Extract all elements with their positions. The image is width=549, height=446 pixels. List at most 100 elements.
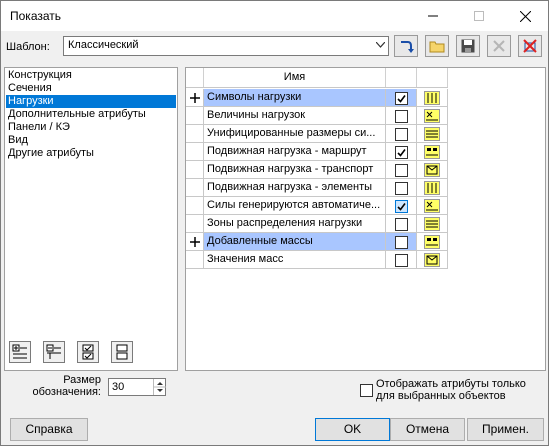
category-item[interactable]: Другие атрибуты	[6, 147, 176, 160]
attribute-checkbox[interactable]	[395, 218, 408, 231]
attribute-name-cell[interactable]: Значения масс	[204, 251, 386, 269]
attribute-name-cell[interactable]: Подвижная нагрузка - транспорт	[204, 161, 386, 179]
attribute-symbol-cell[interactable]	[417, 233, 448, 251]
sym-cols-icon	[426, 130, 438, 138]
category-item[interactable]: Дополнительные атрибуты	[6, 108, 176, 121]
row-gutter	[186, 215, 204, 233]
check-all-button[interactable]	[77, 341, 99, 363]
attribute-checkbox[interactable]	[395, 164, 408, 177]
only-selected-checkbox[interactable]	[360, 384, 373, 397]
maximize-icon	[474, 11, 484, 21]
header-name[interactable]: Имя	[204, 68, 386, 87]
size-spinner[interactable]: 30	[108, 378, 166, 396]
maximize-button[interactable]	[456, 1, 502, 31]
apply-template-button[interactable]	[394, 35, 418, 57]
help-button[interactable]: Справка	[10, 418, 88, 441]
table-row[interactable]: Величины нагрузок	[186, 107, 448, 125]
sym-dash-icon	[426, 201, 438, 211]
display-dialog: Показать Шаблон: Классический Конструкци…	[0, 0, 549, 446]
title-bar: Показать	[1, 1, 548, 31]
row-gutter	[186, 197, 204, 215]
attribute-symbol-cell[interactable]	[417, 125, 448, 143]
attribute-checkbox[interactable]	[395, 200, 408, 213]
load-symbol-swatch	[424, 91, 440, 105]
attribute-name: Добавленные массы	[207, 235, 313, 247]
attribute-name-cell[interactable]: Величины нагрузок	[204, 107, 386, 125]
delete-icon	[493, 40, 505, 52]
attribute-symbol-cell[interactable]	[417, 161, 448, 179]
cancel-button[interactable]: Отмена	[390, 418, 465, 441]
attribute-symbol-cell[interactable]	[417, 179, 448, 197]
check-all-icon	[82, 344, 94, 360]
attribute-name: Подвижная нагрузка - маршрут	[207, 145, 367, 157]
delete-template-button[interactable]	[487, 35, 511, 57]
attribute-name-cell[interactable]: Унифицированные размеры си...	[204, 125, 386, 143]
attribute-name-cell[interactable]: Символы нагрузки	[204, 89, 386, 107]
table-row[interactable]: Добавленные массы	[186, 233, 448, 251]
category-item[interactable]: Вид	[6, 134, 176, 147]
grid-header: Имя	[186, 68, 448, 88]
sym-x2-icon	[426, 255, 438, 265]
expand-all-button[interactable]	[9, 341, 31, 363]
open-template-button[interactable]	[425, 35, 449, 57]
table-row[interactable]: Значения масс	[186, 251, 448, 269]
attribute-checkbox[interactable]	[395, 128, 408, 141]
category-item[interactable]: Панели / КЭ	[6, 121, 176, 134]
table-row[interactable]: Зоны распределения нагрузки	[186, 215, 448, 233]
attribute-name-cell[interactable]: Подвижная нагрузка - элементы	[204, 179, 386, 197]
attribute-symbol-cell[interactable]	[417, 143, 448, 161]
attribute-check-cell	[386, 215, 417, 233]
sym-lines2-icon	[427, 183, 437, 193]
attribute-name-cell[interactable]: Добавленные массы	[204, 233, 386, 251]
category-item[interactable]: Сечения	[6, 82, 176, 95]
ok-button[interactable]: OK	[315, 418, 390, 441]
category-item[interactable]: Конструкция	[6, 69, 176, 82]
category-item[interactable]: Нагрузки	[6, 95, 176, 108]
load-symbol-swatch	[424, 217, 440, 231]
attribute-symbol-cell[interactable]	[417, 107, 448, 125]
attribute-name-cell[interactable]: Зоны распределения нагрузки	[204, 215, 386, 233]
row-gutter	[186, 143, 204, 161]
attribute-check-cell	[386, 251, 417, 269]
uncheck-all-button[interactable]	[111, 341, 133, 363]
template-combobox[interactable]: Классический	[63, 36, 389, 56]
table-row[interactable]: Подвижная нагрузка - элементы	[186, 179, 448, 197]
attribute-symbol-cell[interactable]	[417, 89, 448, 107]
expand-plus-icon	[190, 237, 200, 247]
attribute-symbol-cell[interactable]	[417, 215, 448, 233]
folder-icon	[429, 41, 445, 53]
attribute-name-cell[interactable]: Подвижная нагрузка - маршрут	[204, 143, 386, 161]
size-value: 30	[112, 381, 125, 393]
sym-x-icon	[426, 111, 438, 121]
load-symbol-swatch	[424, 109, 440, 123]
attribute-name: Силы генерируются автоматиче...	[207, 199, 381, 211]
row-gutter[interactable]	[186, 233, 204, 251]
attribute-checkbox[interactable]	[395, 254, 408, 267]
attribute-checkbox[interactable]	[395, 110, 408, 123]
attribute-checkbox[interactable]	[395, 146, 408, 159]
table-row[interactable]: Силы генерируются автоматиче...	[186, 197, 448, 215]
table-row[interactable]: Символы нагрузки	[186, 89, 448, 107]
minimize-button[interactable]	[410, 1, 456, 31]
table-row[interactable]: Подвижная нагрузка - маршрут	[186, 143, 448, 161]
row-gutter	[186, 161, 204, 179]
attribute-symbol-cell[interactable]	[417, 197, 448, 215]
close-button[interactable]	[502, 1, 548, 31]
apply-button[interactable]: Примен.	[467, 418, 544, 441]
attribute-name: Величины нагрузок	[207, 109, 306, 121]
attribute-name-cell[interactable]: Силы генерируются автоматиче...	[204, 197, 386, 215]
attribute-checkbox[interactable]	[395, 92, 408, 105]
table-row[interactable]: Подвижная нагрузка - транспорт	[186, 161, 448, 179]
table-row[interactable]: Унифицированные размеры си...	[186, 125, 448, 143]
attribute-checkbox[interactable]	[395, 236, 408, 249]
attribute-symbol-cell[interactable]	[417, 251, 448, 269]
save-template-button[interactable]	[456, 35, 480, 57]
clear-attributes-button[interactable]	[518, 35, 542, 57]
spin-buttons[interactable]	[153, 379, 166, 395]
row-gutter[interactable]	[186, 89, 204, 107]
collapse-all-button[interactable]	[43, 341, 65, 363]
attribute-checkbox[interactable]	[395, 182, 408, 195]
arrow-turn-icon	[401, 41, 414, 53]
attribute-name: Символы нагрузки	[207, 91, 302, 103]
category-list[interactable]: Конструкция Сечения Нагрузки Дополнительные…	[4, 67, 178, 371]
